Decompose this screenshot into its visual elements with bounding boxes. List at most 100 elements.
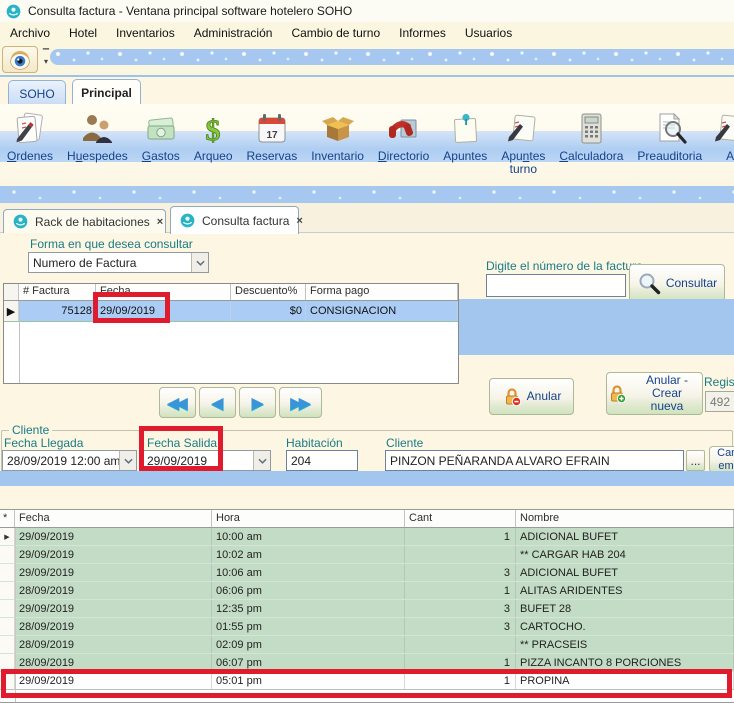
- menu-item-informes[interactable]: Informes: [399, 26, 446, 40]
- detail-cell-nombre: ADICIONAL BUFET: [516, 528, 734, 545]
- row-marker: [0, 654, 15, 671]
- ordenes-icon: [11, 110, 49, 148]
- column-header-hora[interactable]: Hora: [212, 510, 405, 527]
- cell-fecha: 29/09/2019: [96, 301, 231, 321]
- detail-cell-nombre: CARTOCHO.: [516, 618, 734, 635]
- row-marker: [0, 618, 15, 635]
- ribbon-item-calculadora[interactable]: Calculadora: [552, 104, 630, 163]
- marker-column-line: [15, 528, 16, 703]
- table-row[interactable]: 28/09/201901:55 pm3CARTOCHO.: [0, 618, 734, 636]
- ribbon-item-partial[interactable]: A: [709, 104, 734, 163]
- column-header-forma-pago[interactable]: Forma pago: [306, 284, 458, 300]
- invoice-grid-header: # Factura Fecha Descuento% Forma pago: [4, 284, 458, 301]
- column-header-cant[interactable]: Cant: [405, 510, 516, 527]
- tab-principal[interactable]: Principal: [72, 79, 141, 106]
- detail-cell-hora: 02:09 pm: [212, 636, 405, 653]
- gastos-icon: [142, 110, 180, 148]
- invoice-row[interactable]: ▶ 75128 29/09/2019 $0 CONSIGNACION: [4, 301, 458, 322]
- apuntes-turno-icon: [504, 110, 542, 148]
- menu-bar: Archivo Hotel Inventarios Administración Cam…: [0, 22, 734, 44]
- tab-consulta-factura[interactable]: Consulta factura ×: [170, 206, 299, 234]
- nav-first-button[interactable]: ◀◀: [159, 387, 196, 418]
- chevron-down-icon[interactable]: [191, 253, 208, 272]
- fecha-llegada-select[interactable]: 28/09/2019 12:00 am: [2, 450, 137, 471]
- double-left-arrow-icon: ◀◀: [167, 394, 184, 412]
- column-header-fecha[interactable]: Fecha: [96, 284, 231, 300]
- fecha-salida-select[interactable]: 29/09/2019: [142, 450, 271, 471]
- column-header-nombre[interactable]: Nombre: [516, 510, 734, 527]
- partial-icon: [711, 110, 734, 148]
- menu-item-inventarios[interactable]: Inventarios: [116, 26, 175, 40]
- habitacion-field[interactable]: 204: [286, 450, 358, 471]
- anular-crear-label: Anular - Crear nueva: [632, 374, 702, 413]
- chevron-down-icon[interactable]: [253, 451, 270, 470]
- divider-strip: [0, 471, 734, 486]
- chevron-down-icon[interactable]: [119, 451, 136, 470]
- ribbon-item-apuntes-turno[interactable]: Apuntesturno: [494, 104, 552, 176]
- table-row[interactable]: 28/09/201906:06 pm1ALITAS ARIDENTES: [0, 582, 734, 600]
- ribbon-item-directorio[interactable]: Directorio: [371, 104, 436, 163]
- anular-crear-nueva-button[interactable]: Anular - Crear nueva: [606, 372, 703, 415]
- ribbon-item-gastos[interactable]: Gastos: [135, 104, 187, 163]
- detail-cell-nombre: ALITAS ARIDENTES: [516, 582, 734, 599]
- menu-item-hotel[interactable]: Hotel: [69, 26, 97, 40]
- ribbon-item-label: Preauditoria: [637, 150, 702, 163]
- consultar-button[interactable]: Consultar: [629, 264, 725, 302]
- anular-crear-icon: [607, 384, 627, 404]
- table-row[interactable]: 29/09/201910:02 am** CARGAR HAB 204: [0, 546, 734, 564]
- column-header-fecha[interactable]: Fecha: [15, 510, 212, 527]
- invoice-grid: # Factura Fecha Descuento% Forma pago ▶ …: [3, 283, 459, 384]
- table-row[interactable]: 29/09/201912:35 pm3BUFET 28: [0, 600, 734, 618]
- row-marker: [0, 582, 15, 599]
- ribbon-item-preauditoria[interactable]: Preauditoria: [630, 104, 709, 163]
- menu-item-cambio-de-turno[interactable]: Cambio de turno: [291, 26, 380, 40]
- column-header-descuento[interactable]: Descuento%: [231, 284, 306, 300]
- close-icon[interactable]: ×: [157, 216, 163, 228]
- query-mode-select[interactable]: Numero de Factura: [28, 252, 209, 273]
- row-marker: [0, 600, 15, 617]
- detail-cell-nombre: PIZZA INCANTO 8 PORCIONES: [516, 654, 734, 671]
- nav-last-button[interactable]: ▶▶: [279, 387, 322, 418]
- anular-button[interactable]: Anular: [489, 378, 574, 415]
- consultar-label: Consultar: [666, 277, 717, 290]
- tab-rack-de-habitaciones[interactable]: Rack de habitaciones ×: [3, 209, 166, 233]
- toolbar-decorative-band: [50, 49, 734, 65]
- tab-soho[interactable]: SOHO: [8, 80, 66, 106]
- detail-cell-hora: 01:55 pm: [212, 618, 405, 635]
- nav-next-button[interactable]: ▶: [239, 387, 276, 418]
- detail-cell-fecha: 28/09/2019: [15, 636, 212, 653]
- apuntes-icon: [446, 110, 484, 148]
- left-arrow-icon: ◀: [212, 394, 221, 412]
- ribbon-item-inventario[interactable]: Inventario: [304, 104, 371, 163]
- ribbon-item-reservas[interactable]: 17Reservas: [240, 104, 305, 163]
- ribbon-item-label: Apuntesturno: [501, 150, 545, 176]
- ribbon-item-ordenes[interactable]: Ordenes: [0, 104, 60, 163]
- detail-cell-fecha: 29/09/2019: [15, 564, 212, 581]
- invoice-number-input[interactable]: [486, 274, 626, 297]
- detail-cell-cant: 1: [405, 528, 516, 545]
- detail-cell-cant: 1: [405, 654, 516, 671]
- browse-cliente-button[interactable]: ...: [686, 450, 705, 471]
- detail-cell-cant: 1: [405, 582, 516, 599]
- table-row[interactable]: ▶29/09/201910:00 am1ADICIONAL BUFET: [0, 528, 734, 546]
- menu-item-archivo[interactable]: Archivo: [10, 26, 50, 40]
- menu-item-usuarios[interactable]: Usuarios: [465, 26, 512, 40]
- cliente-field[interactable]: PINZON PEÑARANDA ALVARO EFRAIN: [385, 450, 684, 471]
- table-row[interactable]: 29/09/201905:01 pm1PROPINA: [0, 672, 734, 690]
- ribbon: OrdenesHuespedesGastos$Arqueo17ReservasI…: [0, 104, 734, 186]
- column-header-factura[interactable]: # Factura: [19, 284, 96, 300]
- side-button[interactable]: Car em: [709, 446, 734, 473]
- table-row[interactable]: 28/09/201906:07 pm1PIZZA INCANTO 8 PORCI…: [0, 654, 734, 672]
- table-row[interactable]: 28/09/201902:09 pm** PRACSEIS: [0, 636, 734, 654]
- ribbon-item-huespedes[interactable]: Huespedes: [60, 104, 135, 163]
- ribbon-item-arqueo[interactable]: $Arqueo: [187, 104, 240, 163]
- close-icon[interactable]: ×: [296, 215, 302, 227]
- ribbon-item-apuntes[interactable]: Apuntes: [436, 104, 494, 163]
- table-row[interactable]: 29/09/201910:06 am3ADICIONAL BUFET: [0, 564, 734, 582]
- menu-item-administracion[interactable]: Administración: [194, 26, 273, 40]
- nav-prev-button[interactable]: ◀: [199, 387, 236, 418]
- habitacion-label: Habitación: [286, 436, 343, 450]
- detail-cell-cant: 1: [405, 672, 516, 689]
- inventario-icon: [319, 110, 357, 148]
- eye-button[interactable]: [2, 46, 38, 73]
